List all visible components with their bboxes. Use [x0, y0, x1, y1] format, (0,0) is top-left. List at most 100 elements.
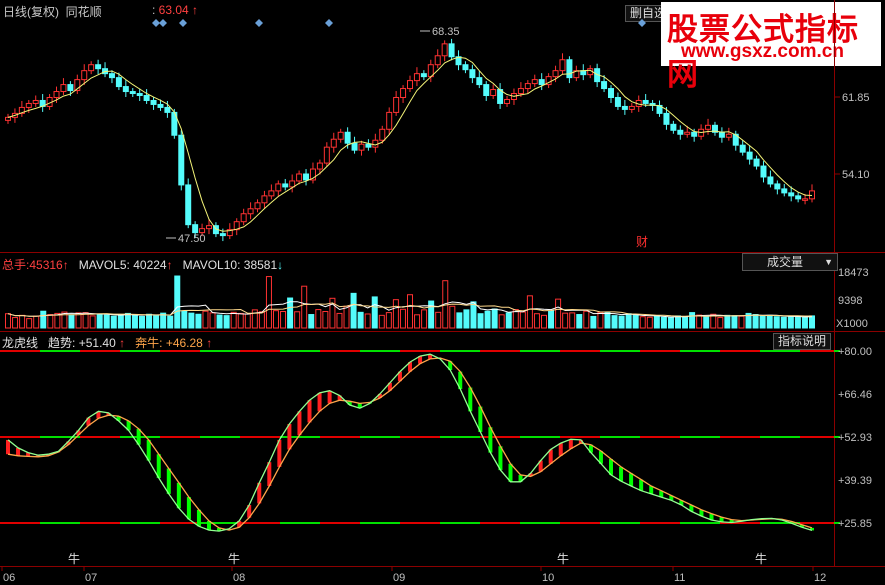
volume-bar: [19, 314, 26, 329]
indicator-bar: [558, 443, 563, 456]
candle-body: [739, 144, 746, 153]
volume-tick: 18473: [838, 267, 869, 279]
candle-body: [240, 213, 247, 223]
candle-body: [531, 79, 538, 85]
candle-body: [206, 225, 212, 230]
x-tick-label: 09: [393, 572, 405, 584]
volume-bar: [752, 314, 759, 329]
candle-body: [628, 105, 635, 110]
volume-bar: [491, 308, 498, 329]
candle-body: [504, 98, 511, 104]
indicator-tick: +25.85: [838, 518, 872, 530]
candle-body: [552, 70, 559, 78]
volume-bar: [449, 305, 456, 329]
x-tick-label: 12: [814, 572, 826, 584]
candle-body: [25, 102, 32, 108]
volume-bar: [103, 314, 110, 329]
volume-bar: [82, 312, 89, 329]
indicator-lines: [0, 350, 840, 532]
volume-bar: [809, 315, 815, 329]
event-marker-icon: [325, 19, 333, 27]
candle-body: [344, 131, 351, 144]
volume-bar: [371, 296, 378, 329]
candle-body: [524, 83, 531, 90]
volume-dropdown-label: 成交量: [767, 255, 804, 269]
candle-body: [434, 55, 441, 66]
candlestick-series: [5, 38, 815, 242]
candle-body: [358, 143, 365, 151]
volume-bar: [773, 316, 780, 329]
volume-bar: [414, 314, 421, 329]
candle-body: [386, 111, 393, 130]
volume-bar: [273, 310, 279, 329]
volume-bar: [378, 314, 385, 329]
volume-bar: [244, 313, 251, 329]
volume-indicator-dropdown[interactable]: 成交量 ▼: [742, 253, 838, 271]
candle-body: [691, 131, 698, 137]
volume-bar: [717, 317, 724, 329]
volume-bar: [576, 314, 583, 329]
volume-bar: [301, 285, 308, 329]
indicator-legend: 龙虎线 趋势: +51.40 ↑ 奔牛: +46.28 ↑: [2, 334, 212, 351]
volume-bar: [5, 313, 11, 329]
volume-bar: [484, 310, 491, 329]
candle-body: [372, 139, 379, 148]
candle-body: [5, 116, 11, 121]
candle-body: [448, 43, 455, 58]
volume-bar: [195, 313, 202, 329]
volume-bar: [682, 316, 689, 329]
volume-bar: [167, 315, 174, 329]
volume-bar: [526, 295, 533, 329]
volume-bar: [470, 301, 477, 329]
mavol10-value: 38581: [243, 258, 278, 272]
indicator-tick: +66.46: [838, 389, 872, 401]
bull-signal-label: 牛: [68, 551, 80, 566]
x-tick-label: 07: [85, 572, 97, 584]
indicator-bar: [508, 463, 513, 482]
total-volume-value: 45316: [29, 258, 63, 272]
volume-bar: [653, 315, 660, 329]
candle-body: [400, 88, 407, 98]
chart-canvas[interactable]: 68.35 47.50 财 61.85 54.10 18473 9398 X10…: [0, 0, 885, 585]
candle-body: [802, 198, 809, 201]
volume-bar: [505, 312, 512, 329]
candle-body: [32, 99, 39, 104]
chevron-down-icon: ▼: [824, 257, 833, 267]
volume-bar: [766, 314, 773, 329]
indicator-bar: [297, 411, 302, 436]
volume-bar: [308, 314, 315, 329]
candle-body: [490, 89, 497, 97]
up-arrow-icon: ↑: [166, 258, 173, 272]
volume-bar: [759, 315, 766, 329]
mavol10-label: MAVOL10:: [182, 258, 241, 272]
event-marker-icon: [159, 19, 167, 27]
volume-bar: [336, 312, 343, 329]
candle-body: [303, 173, 310, 181]
volume-bar: [146, 313, 153, 329]
indicator-help-button[interactable]: 指标说明: [773, 333, 832, 350]
candle-body: [178, 134, 185, 186]
volume-bar: [604, 312, 611, 329]
volume-bar: [385, 312, 392, 329]
indicator-bar: [629, 473, 634, 486]
event-marker-icon: [638, 19, 646, 27]
candle-body: [614, 96, 621, 107]
volume-bar: [541, 314, 547, 329]
candle-body: [767, 176, 774, 185]
volume-bar: [280, 311, 287, 329]
indicator-bar: [6, 439, 10, 455]
volume-bar: [421, 309, 428, 329]
volume-bar: [89, 315, 96, 329]
candle-body: [150, 99, 157, 105]
candle-body: [219, 233, 226, 237]
volume-bars: [5, 275, 815, 329]
candle-body: [677, 129, 684, 135]
candle-body: [136, 93, 143, 97]
candle-body: [323, 146, 330, 164]
volume-bar: [675, 315, 681, 329]
candle-body: [483, 84, 490, 97]
event-marker-icon: [179, 19, 187, 27]
event-marker-icon: [255, 19, 263, 27]
indicator-bar: [186, 497, 191, 520]
down-arrow-icon: ↓: [277, 258, 284, 272]
